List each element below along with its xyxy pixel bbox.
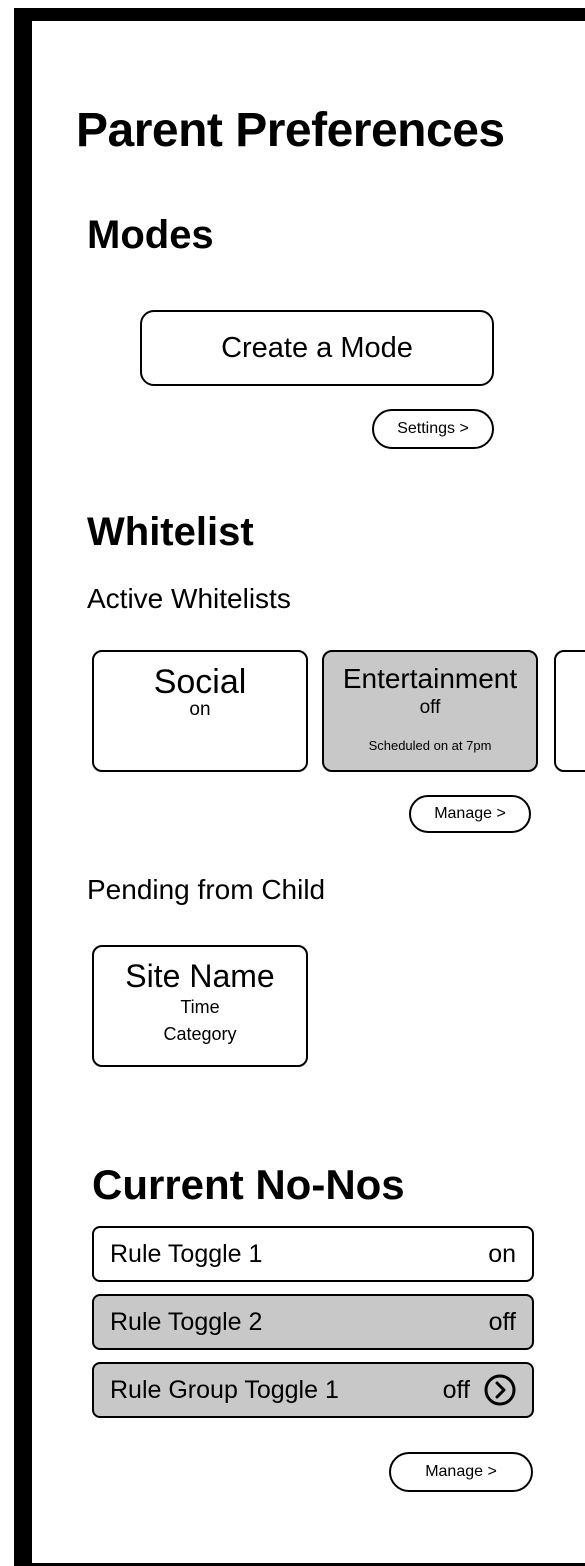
whitelist-card-name: Social (153, 663, 247, 701)
whitelist-card-entertainment[interactable]: Entertainment off Scheduled on at 7pm (322, 650, 538, 772)
modes-settings-button[interactable]: Settings > (372, 409, 494, 449)
pending-site-card[interactable]: Site Name Time Category (92, 945, 308, 1067)
pending-site-time: Time (180, 997, 220, 1017)
rule-toggle-2[interactable]: Rule Toggle 2 off (92, 1294, 534, 1350)
whitelist-manage-button[interactable]: Manage > (409, 795, 531, 833)
whitelist-card-name: Entertainment (342, 663, 518, 694)
whitelist-card-state: on (189, 699, 211, 720)
modes-heading: Modes (87, 213, 214, 257)
pending-from-child-label: Pending from Child (87, 874, 326, 905)
rule-state: off (442, 1375, 470, 1404)
rule-state: off (488, 1307, 516, 1336)
page-title: Parent Preferences (76, 104, 505, 157)
nonos-manage-button[interactable]: Manage > (389, 1452, 533, 1492)
nonos-heading: Current No-Nos (92, 1161, 405, 1208)
rule-group-toggle-1[interactable]: Rule Group Toggle 1 off (92, 1362, 534, 1418)
chevron-right-circle-icon[interactable] (484, 1374, 516, 1406)
whitelist-card-state: off (419, 697, 441, 718)
pending-site-name: Site Name (125, 958, 275, 994)
rule-label: Rule Group Toggle 1 (110, 1375, 339, 1404)
whitelist-heading: Whitelist (87, 510, 254, 554)
whitelist-card-partial[interactable] (554, 650, 585, 772)
rule-label: Rule Toggle 2 (110, 1307, 263, 1336)
rule-toggle-1[interactable]: Rule Toggle 1 on (92, 1226, 534, 1282)
rule-label: Rule Toggle 1 (110, 1239, 263, 1268)
create-mode-button[interactable]: Create a Mode (140, 310, 494, 386)
active-whitelists-label: Active Whitelists (87, 583, 291, 614)
rule-state: on (488, 1239, 516, 1268)
whitelist-card-schedule: Scheduled on at 7pm (368, 738, 492, 753)
whitelist-card-social[interactable]: Social on (92, 650, 308, 772)
pending-site-category: Category (163, 1024, 237, 1044)
